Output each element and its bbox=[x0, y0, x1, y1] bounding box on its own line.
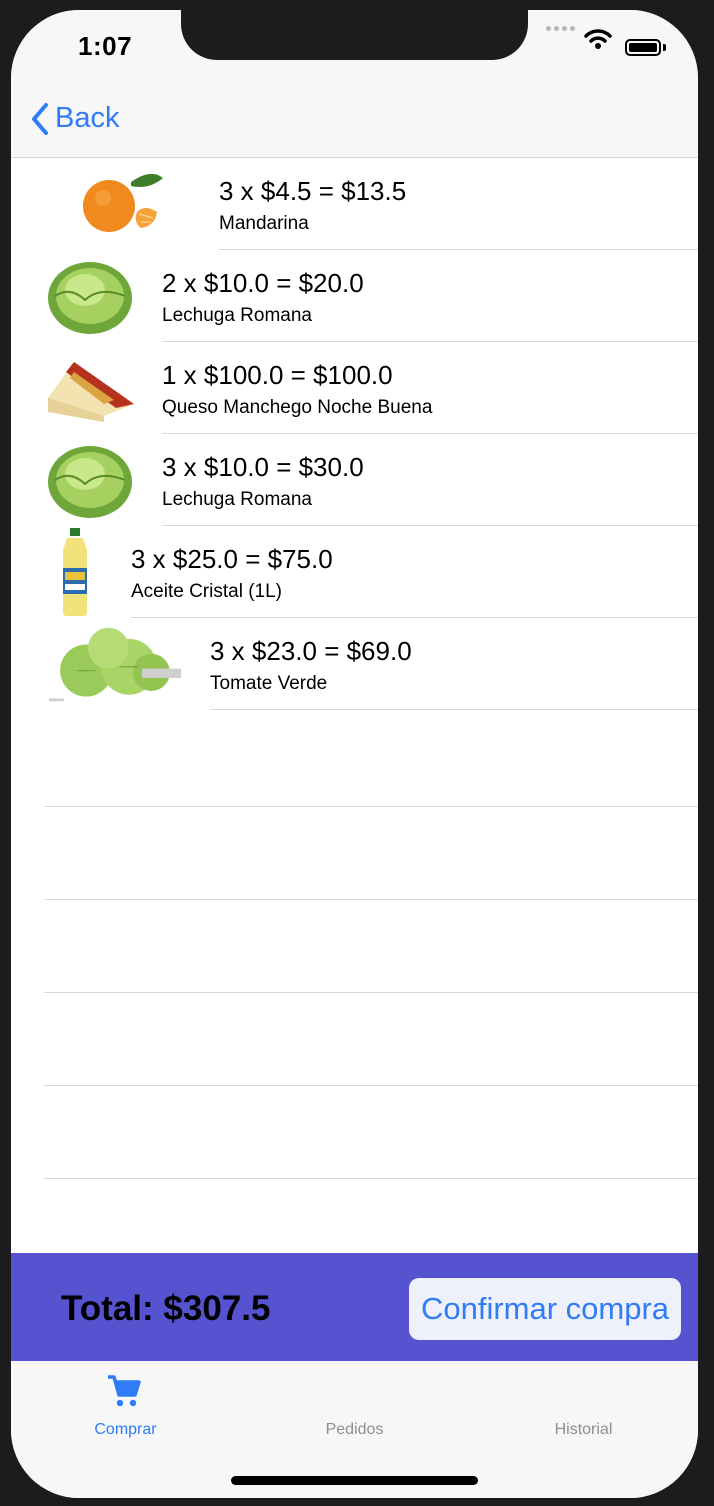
status-time: 1:07 bbox=[78, 31, 133, 61]
list-item[interactable]: 3 x $10.0 = $30.0 Lechuga Romana bbox=[11, 434, 698, 526]
item-name: Tomate Verde bbox=[210, 673, 328, 694]
tab-pedidos[interactable]: Pedidos bbox=[240, 1361, 469, 1451]
device-notch bbox=[181, 10, 528, 60]
item-quantity-price: 1 x $100.0 = $100.0 bbox=[162, 360, 393, 390]
home-indicator[interactable] bbox=[231, 1476, 478, 1485]
item-name: Lechuga Romana bbox=[162, 489, 312, 510]
device-frame: Back 1:07 3 x $4.5 = $13.5 Mandarina 2 x… bbox=[0, 0, 714, 1506]
row-divider bbox=[210, 709, 698, 710]
item-quantity-price: 3 x $25.0 = $75.0 bbox=[131, 544, 333, 574]
tab-label: Historial bbox=[554, 1421, 613, 1438]
tab-label: Pedidos bbox=[325, 1421, 384, 1438]
list-item[interactable]: 3 x $25.0 = $75.0 Aceite Cristal (1L) bbox=[11, 526, 698, 618]
lettuce-icon bbox=[48, 262, 132, 334]
list-item[interactable]: 1 x $100.0 = $100.0 Queso Manchego Noche… bbox=[11, 342, 698, 434]
empty-row-divider bbox=[44, 992, 698, 993]
shopping-cart-icon bbox=[108, 1375, 141, 1407]
empty-row-divider bbox=[44, 899, 698, 900]
cellular-signal-icon bbox=[546, 26, 575, 31]
lettuce-icon bbox=[48, 446, 132, 518]
tab-comprar[interactable]: Comprar bbox=[11, 1361, 240, 1451]
app-screen: Back 1:07 3 x $4.5 = $13.5 Mandarina 2 x… bbox=[11, 10, 698, 1498]
back-button[interactable]: Back bbox=[31, 102, 119, 135]
battery-icon bbox=[625, 39, 661, 56]
empty-row-divider bbox=[44, 806, 698, 807]
back-label: Back bbox=[55, 102, 120, 134]
checkout-bar: Total: $307.5 Confirmar compra bbox=[11, 1253, 698, 1361]
green-tomato-icon bbox=[48, 627, 182, 702]
item-name: Aceite Cristal (1L) bbox=[131, 581, 282, 602]
empty-row-divider bbox=[44, 1085, 698, 1086]
empty-row-divider bbox=[44, 1178, 698, 1179]
list-item[interactable]: 3 x $4.5 = $13.5 Mandarina bbox=[11, 158, 698, 250]
item-name: Lechuga Romana bbox=[162, 305, 312, 326]
tab-label: Comprar bbox=[94, 1421, 157, 1438]
confirm-purchase-button[interactable]: Confirmar compra bbox=[409, 1278, 681, 1340]
battery-tip bbox=[663, 44, 666, 51]
wifi-icon bbox=[584, 29, 612, 49]
mandarin-icon bbox=[83, 173, 163, 232]
item-quantity-price: 3 x $23.0 = $69.0 bbox=[210, 636, 412, 666]
item-name: Queso Manchego Noche Buena bbox=[162, 397, 433, 418]
oil-bottle-icon bbox=[63, 528, 87, 616]
item-quantity-price: 3 x $10.0 = $30.0 bbox=[162, 452, 364, 482]
list-item[interactable]: 3 x $23.0 = $69.0 Tomate Verde bbox=[11, 618, 698, 710]
item-quantity-price: 3 x $4.5 = $13.5 bbox=[219, 176, 407, 206]
item-quantity-price: 2 x $10.0 = $20.0 bbox=[162, 268, 364, 298]
list-item[interactable]: 2 x $10.0 = $20.0 Lechuga Romana bbox=[11, 250, 698, 342]
chevron-left-icon bbox=[32, 102, 48, 135]
item-name: Mandarina bbox=[219, 213, 309, 234]
tab-historial[interactable]: Historial bbox=[469, 1361, 698, 1451]
cart-list: 3 x $4.5 = $13.5 Mandarina 2 x $10.0 = $… bbox=[11, 158, 698, 1179]
total-label: Total: $307.5 bbox=[61, 1289, 271, 1328]
cheese-icon bbox=[48, 362, 134, 422]
